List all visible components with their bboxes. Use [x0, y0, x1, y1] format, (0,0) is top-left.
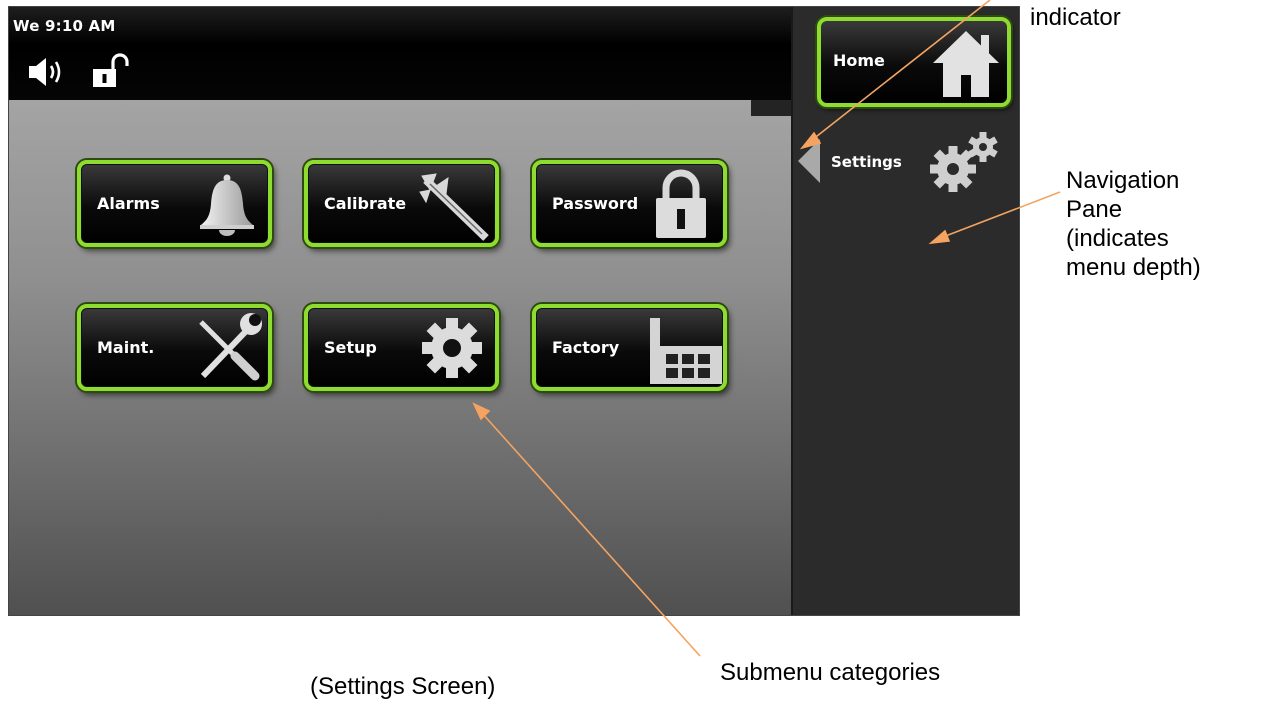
navigation-pane-annotation-line: menu depth)	[1066, 254, 1201, 281]
navigation-pane-annotation-line: (indicates	[1066, 225, 1169, 252]
navigation-pane-arrow-line	[942, 191, 1061, 238]
indicator-annotation: indicator	[1030, 4, 1121, 31]
screen-caption: (Settings Screen)	[310, 673, 496, 700]
navigation-pane-annotation-line: Navigation	[1066, 167, 1180, 194]
submenu-arrow-line	[480, 411, 701, 657]
annotation-arrows	[472, 0, 1061, 657]
indicator-arrow-line	[811, 0, 991, 141]
navigation-pane-annotation-line: Pane	[1066, 196, 1123, 223]
navigation-pane-annotation: Navigation Pane (indicates menu depth)	[1066, 166, 1201, 282]
submenu-arrowhead	[472, 402, 491, 421]
navigation-pane-arrowhead	[928, 229, 951, 245]
submenu-annotation: Submenu categories	[720, 659, 941, 686]
